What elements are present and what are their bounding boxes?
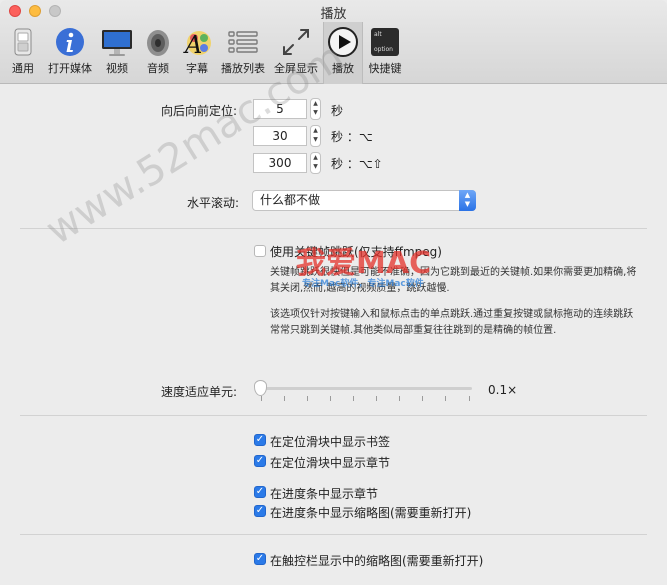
key-alt-text: alt: [374, 31, 382, 38]
touchbar-thumbnails-checkbox[interactable]: ✓: [254, 553, 266, 565]
tab-video[interactable]: 视频: [99, 24, 135, 78]
speed-slider-knob[interactable]: [254, 380, 267, 396]
speed-value: 0.1×: [488, 383, 518, 397]
info-icon: [56, 28, 84, 56]
seek-medium-stepper[interactable]: ▲ ▼: [310, 125, 321, 147]
keyframe-checkbox[interactable]: [254, 245, 266, 257]
slider-tick: [261, 396, 262, 401]
show-chapters-progress-checkbox[interactable]: ✓: [254, 486, 266, 498]
tab-shortcuts[interactable]: alt option 快捷键: [365, 24, 405, 78]
seek-large-field[interactable]: 300: [253, 153, 307, 173]
slider-tick: [376, 396, 377, 401]
tab-audio-label: 音频: [147, 62, 169, 75]
key-option-text: option: [374, 46, 393, 53]
seek-medium-unit: 秒 ：⌥: [331, 130, 373, 144]
keyframe-desc-2: 该选项仅针对按键输入和鼠标点击的单点跳跃.通过重复按键或鼠标拖动的连续跳跃常常只…: [270, 309, 634, 336]
tab-subtitles[interactable]: A 字幕: [179, 24, 215, 78]
window-title: 播放: [320, 7, 347, 22]
tab-open-media-label: 打开媒体: [48, 62, 92, 75]
touchbar-thumbnails-label: 在触控栏显示中的缩略图(需要重新打开): [270, 554, 484, 568]
slider-tick: [422, 396, 423, 401]
list-icon: [228, 31, 258, 53]
font-palette-icon: A: [183, 31, 211, 58]
tab-shortcuts-label: 快捷键: [368, 62, 402, 75]
tab-video-label: 视频: [106, 62, 128, 75]
slider-tick: [284, 396, 285, 401]
preferences-window: 播放 通用 打开媒体 视频 音频 A 字幕 播放列表 全屏显示 播放 alt o…: [0, 0, 667, 585]
show-thumbnails-progress-label: 在进度条中显示缩略图(需要重新打开): [270, 506, 472, 520]
speaker-icon: [147, 30, 169, 56]
slider-tick: [307, 396, 308, 401]
tab-general[interactable]: 通用: [6, 24, 40, 78]
seek-small-unit: 秒: [331, 104, 344, 118]
show-bookmarks-checkbox[interactable]: ✓: [254, 434, 266, 446]
playback-settings-pane: 向后向前定位: 5 ▲ ▼ 秒 30 ▲ ▼ 秒 ：⌥ 300 ▲ ▼ 秒 ：⌥⇧ 水…: [0, 85, 667, 585]
show-chapters-progress-label: 在进度条中显示章节: [270, 487, 379, 501]
seek-small-stepper[interactable]: ▲ ▼: [310, 98, 321, 120]
slider-tick: [399, 396, 400, 401]
seek-large-stepper[interactable]: ▲ ▼: [310, 152, 321, 174]
tab-audio[interactable]: 音频: [139, 24, 177, 78]
watermark-brand-sub: 专注Mac软件，专注Mac软件: [302, 279, 424, 289]
tab-playlist[interactable]: 播放列表: [218, 24, 268, 78]
tab-playlist-label: 播放列表: [221, 62, 265, 75]
seek-large-unit: 秒 ：⌥⇧: [331, 157, 383, 171]
tab-general-label: 通用: [12, 62, 34, 75]
chevron-updown-icon: ▲ ▼: [459, 190, 476, 211]
show-chapters-seek-checkbox[interactable]: ✓: [254, 455, 266, 467]
hscroll-label: 水平滚动:: [187, 196, 240, 210]
svg-text:A: A: [183, 31, 202, 58]
monitor-icon: [102, 30, 132, 56]
tab-subtitles-label: 字幕: [186, 62, 208, 75]
slider-tick: [445, 396, 446, 401]
switch-icon: [14, 28, 32, 56]
divider: [20, 534, 647, 535]
slider-tick: [469, 396, 470, 401]
tab-open-media[interactable]: 打开媒体: [44, 24, 96, 78]
keyboard-key-icon: alt option: [371, 28, 399, 56]
hscroll-popup[interactable]: 什么都不做 ▲ ▼: [252, 190, 476, 211]
show-bookmarks-label: 在定位滑块中显示书签: [270, 435, 391, 449]
show-chapters-seek-label: 在定位滑块中显示章节: [270, 456, 391, 470]
slider-tick: [330, 396, 331, 401]
divider: [20, 415, 647, 416]
speed-label: 速度适应单元:: [161, 385, 238, 399]
hscroll-selected: 什么都不做: [260, 193, 321, 207]
slider-tick: [353, 396, 354, 401]
show-thumbnails-progress-checkbox[interactable]: ✓: [254, 505, 266, 517]
divider: [20, 228, 647, 229]
speed-slider-track[interactable]: [259, 387, 472, 390]
